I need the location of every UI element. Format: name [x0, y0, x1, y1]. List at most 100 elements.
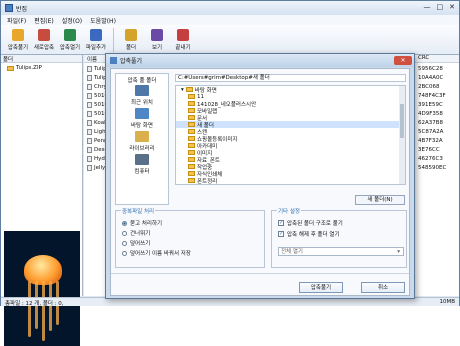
extract-button[interactable]: 압축풀기: [5, 25, 31, 55]
folder-icon: [188, 178, 195, 183]
open-archive-label: 압축열기: [59, 45, 81, 51]
folder-button[interactable]: 폴더: [118, 25, 144, 55]
dialog-title: 압축풀기: [120, 58, 143, 65]
destination-path-input[interactable]: C:#Users#grim#Desktop#새 폴더: [175, 74, 406, 82]
dialog-close-button[interactable]: ✕: [394, 56, 412, 65]
exit-button[interactable]: 끝내기: [170, 25, 196, 55]
place-recent[interactable]: 최근 위치: [116, 84, 168, 107]
radio-button[interactable]: [122, 250, 127, 256]
toolbar-separator: [113, 28, 114, 52]
folder-icon: [188, 143, 195, 148]
file-crc: 46276C3: [418, 156, 443, 162]
crc-column-header[interactable]: CRC: [418, 55, 429, 61]
duplicate-option-ask[interactable]: 묻고 처리하기: [122, 219, 162, 227]
duplicate-group-title: 중복파일 처리: [121, 207, 156, 215]
add-file-label: 파일추가: [85, 45, 107, 51]
open-mode-select[interactable]: 전체 열기 ▾: [278, 247, 404, 256]
file-crc: 2BC068: [418, 84, 440, 90]
checkbox-label: 압축 해제 후 폴더 열기: [287, 232, 340, 238]
file-crc: 391E59C: [418, 102, 443, 108]
select-value: 전체 열기: [281, 249, 303, 255]
folder-icon: [185, 87, 193, 92]
folder-icon: [188, 122, 195, 127]
file-icon: [87, 147, 92, 153]
file-icon: [87, 129, 92, 135]
radio-label: 묻고 처리하기: [130, 221, 163, 227]
file-crc: 3E76CC: [418, 147, 440, 153]
folder-icon: [188, 136, 195, 141]
menu-help[interactable]: 도움말(H): [90, 16, 116, 25]
desktop-icon: [135, 108, 149, 119]
file-icon: [87, 111, 92, 117]
image-preview: [4, 231, 80, 346]
open-archive-icon: [64, 29, 76, 41]
checkbox[interactable]: ✓: [278, 231, 284, 237]
open-folder-after-option[interactable]: ✓ 압축 해제 후 폴더 열기: [278, 230, 340, 238]
dialog-app-icon: [110, 57, 117, 64]
place-label: 바탕 화면: [131, 123, 153, 129]
chevron-down-icon: ▾: [397, 249, 400, 255]
maximize-button[interactable]: □: [437, 3, 444, 11]
folder-icon: [188, 94, 195, 99]
close-button[interactable]: ✕: [449, 3, 455, 11]
tree-item[interactable]: 폰트정리: [176, 177, 405, 184]
duplicate-option-rename[interactable]: 덮어쓰기 이름 바꿔서 저장: [122, 249, 191, 257]
exit-icon: [177, 29, 189, 41]
tree-label: 바탕 화면: [194, 87, 217, 94]
radio-label: 건너뛰기: [130, 231, 151, 237]
view-button[interactable]: 보기: [144, 25, 170, 55]
place-computer[interactable]: 컴퓨터: [116, 153, 168, 176]
menu-edit[interactable]: 편집(E): [34, 16, 54, 25]
places-title: 압축 풀 폴더: [127, 78, 157, 84]
other-group-title: 기타 설정: [277, 207, 301, 215]
tree-item[interactable]: 모바일랩: [176, 107, 405, 115]
recent-icon: [135, 85, 149, 96]
file-crc: 10A4A0C: [418, 75, 444, 81]
duplicate-option-skip[interactable]: 건너뛰기: [122, 229, 150, 237]
tree-item[interactable]: ▾ 바탕 화면: [176, 86, 405, 94]
window-controls: — □ ✕: [424, 3, 456, 11]
radio-button[interactable]: [122, 240, 127, 246]
place-library[interactable]: 라이브러리: [116, 130, 168, 153]
status-size: 10MB: [439, 299, 455, 305]
duplicate-option-overwrite[interactable]: 덮어쓰기: [122, 239, 150, 247]
place-desktop[interactable]: 바탕 화면: [116, 107, 168, 130]
folder-pane-header: 폴더: [1, 55, 82, 63]
file-icon: [87, 84, 92, 90]
radio-button[interactable]: [122, 220, 127, 226]
scrollbar-thumb[interactable]: [400, 104, 404, 138]
new-folder-button[interactable]: 새 폴더(N): [355, 195, 405, 205]
toolbar: 압축풀기 새로압축 압축열기 파일추가 폴더 보기 끝내기: [1, 25, 459, 55]
place-label: 라이브러리: [129, 146, 155, 152]
cancel-button[interactable]: 취소: [361, 282, 405, 293]
radio-label: 덮어쓰기: [130, 241, 151, 247]
add-file-button[interactable]: 파일추가: [83, 25, 109, 55]
folder-icon: [188, 115, 195, 120]
title-bar: 반집 — □ ✕: [1, 1, 459, 15]
tree-item-selected[interactable]: 새 폴더: [176, 121, 405, 129]
computer-icon: [135, 154, 149, 165]
minimize-button[interactable]: —: [424, 3, 431, 11]
radio-button[interactable]: [122, 230, 127, 236]
menu-file[interactable]: 파일(F): [7, 16, 26, 25]
folder-icon: [188, 157, 195, 162]
file-icon: [87, 138, 92, 144]
name-column-header[interactable]: 이름: [87, 55, 97, 63]
keep-folder-structure-option[interactable]: ✓ 압축된 폴더 구조로 풀기: [278, 219, 343, 227]
folder-extract-icon: [12, 29, 24, 41]
menu-settings[interactable]: 설정(O): [62, 16, 82, 25]
folder-icon: [188, 171, 195, 176]
place-label: 컴퓨터: [134, 169, 150, 175]
open-archive-button[interactable]: 압축열기: [57, 25, 83, 55]
folder-tree-item[interactable]: Tulips.ZIP: [1, 63, 82, 73]
exit-label: 끝내기: [175, 45, 191, 51]
folder-icon: [188, 150, 195, 155]
places-panel: 압축 풀 폴더 최근 위치 바탕 화면 라이브러리 컴퓨터: [115, 73, 169, 205]
window-title: 반집: [16, 5, 28, 13]
new-archive-button[interactable]: 새로압축: [31, 25, 57, 55]
file-icon: [87, 93, 92, 99]
checkbox[interactable]: ✓: [278, 220, 284, 226]
extract-confirm-button[interactable]: 압축풀기: [299, 282, 343, 293]
new-archive-icon: [38, 29, 50, 41]
folder-tree-scrollbar[interactable]: [399, 86, 405, 184]
